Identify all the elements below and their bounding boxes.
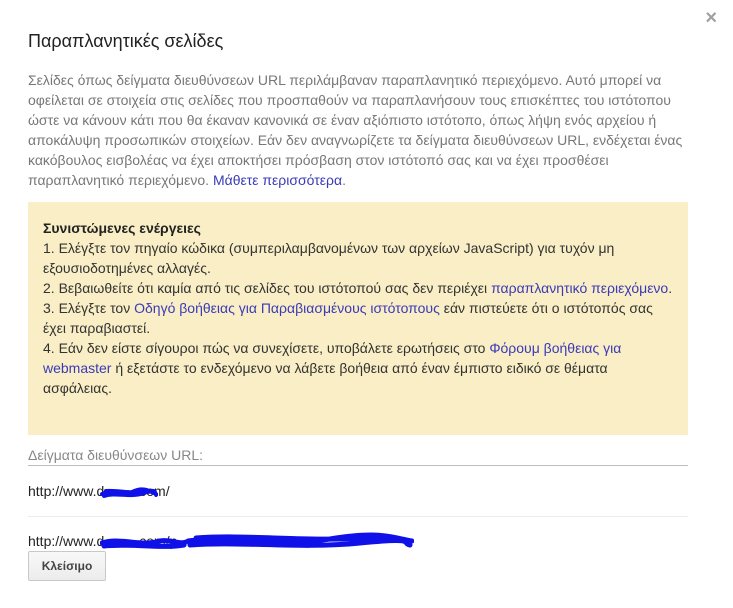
misleading-content-link[interactable]: παραπλανητικό περιεχόμενο	[491, 280, 668, 296]
action-item-2-text: 2. Βεβαιωθείτε ότι καμία από τις σελίδες…	[43, 280, 492, 296]
redaction-scribble	[100, 532, 414, 549]
action-item-4-end: ή εξετάστε το ενδεχόμενο να λάβετε βοήθε…	[43, 360, 608, 396]
action-item-4-text: 4. Εάν δεν είστε σίγουροι πώς να συνεχίσ…	[43, 340, 490, 356]
action-item-4: 4. Εάν δεν είστε σίγουροι πώς να συνεχίσ…	[43, 338, 673, 398]
misleading-pages-dialog: × Παραπλανητικές σελίδες Σελίδες όπως δε…	[0, 0, 733, 608]
intro-end: .	[342, 172, 346, 188]
redaction-scribble	[100, 487, 158, 498]
action-item-2: 2. Βεβαιωθείτε ότι καμία από τις σελίδες…	[43, 278, 673, 298]
dialog-title: Παραπλανητικές σελίδες	[28, 31, 224, 51]
close-icon[interactable]: ×	[705, 8, 717, 28]
action-item-3: 3. Ελέγξτε τον Οδηγό βοήθειας για Παραβι…	[43, 298, 673, 338]
divider	[28, 516, 688, 517]
action-item-3-text: 3. Ελέγξτε τον	[43, 300, 135, 316]
divider	[28, 465, 688, 466]
action-item-2-end: .	[668, 280, 673, 296]
intro-text: Σελίδες όπως δείγματα διευθύνσεων URL πε…	[28, 72, 683, 188]
action-item-1: 1. Ελέγξτε τον πηγαίο κώδικα (συμπεριλαμ…	[43, 240, 615, 276]
recommended-actions-title: Συνιστώμενες ενέργειες	[43, 220, 201, 236]
recommended-actions-box: Συνιστώμενες ενέργειες 1. Ελέγξτε τον πη…	[28, 202, 688, 435]
close-button[interactable]: Κλείσιμο	[28, 551, 106, 581]
intro-paragraph: Σελίδες όπως δείγματα διευθύνσεων URL πε…	[28, 70, 700, 190]
hacked-sites-guide-link[interactable]: Οδηγό βοήθειας για Παραβιασμένους ιστότο…	[134, 300, 440, 316]
sample-urls-label: Δείγματα διευθύνσεων URL:	[28, 447, 204, 463]
learn-more-link[interactable]: Μάθετε περισσότερα	[213, 172, 342, 188]
